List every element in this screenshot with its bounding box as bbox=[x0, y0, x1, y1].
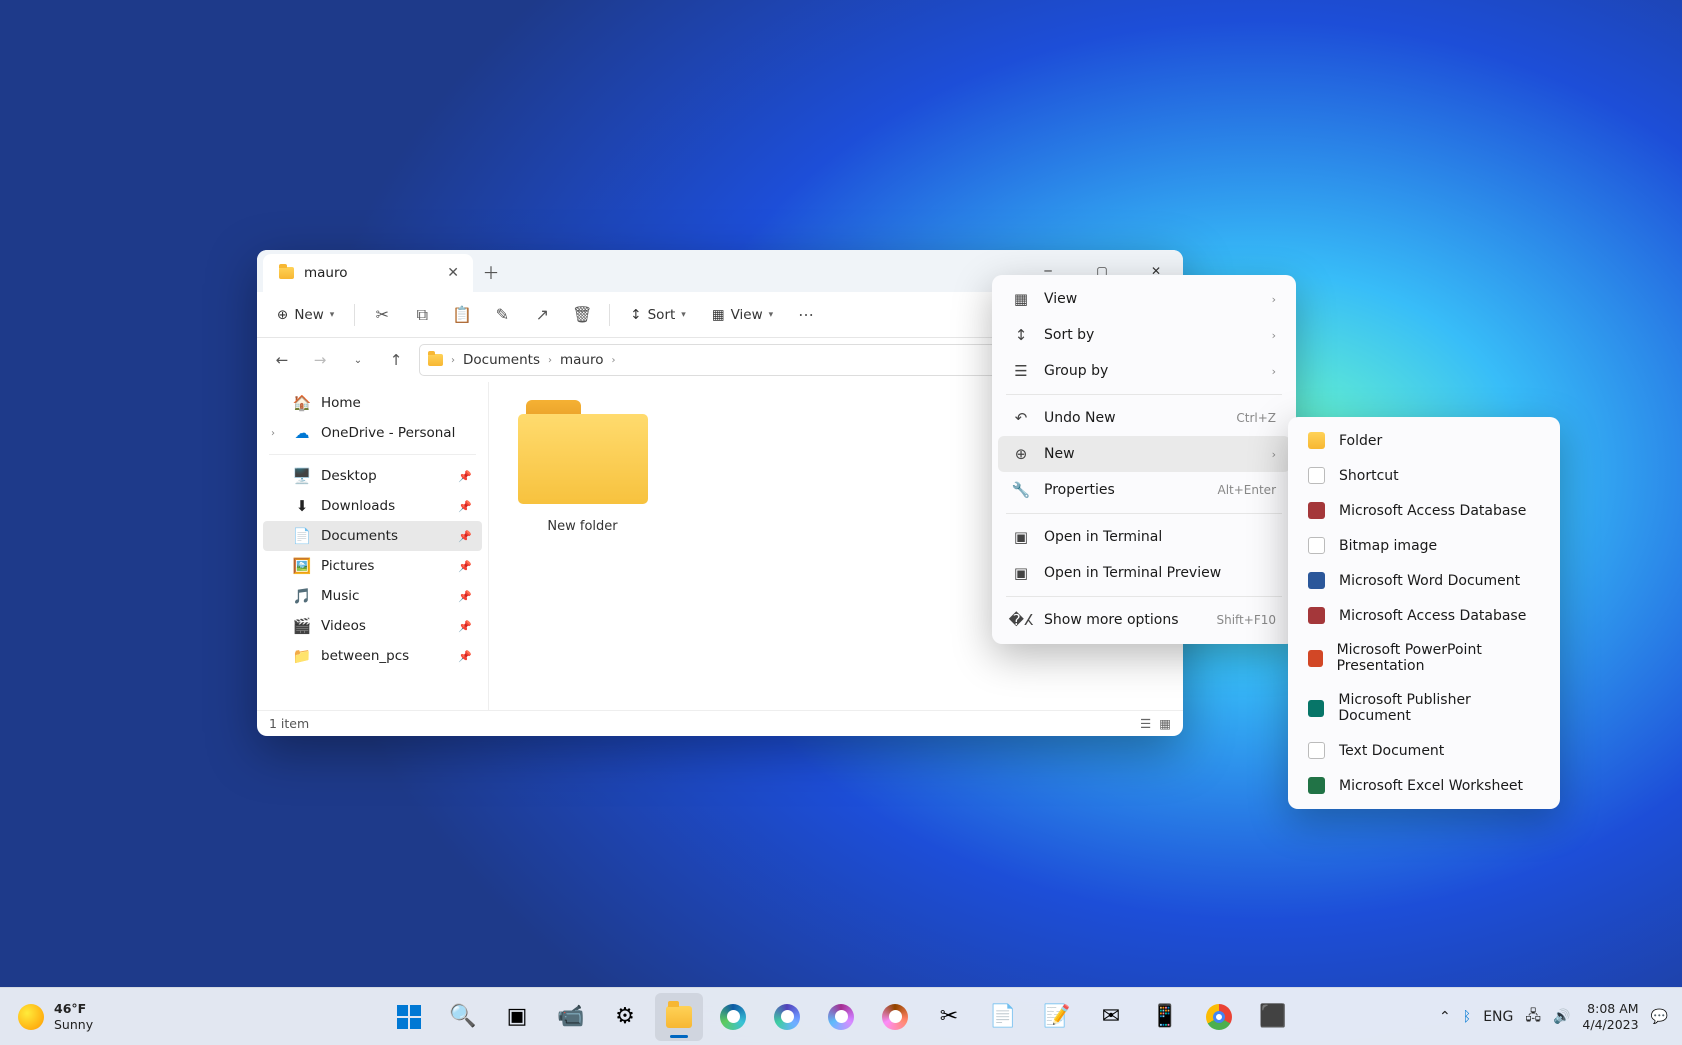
paste-icon[interactable]: 📋 bbox=[445, 300, 479, 330]
new-button[interactable]: ⊕New▾ bbox=[267, 301, 344, 329]
start-button[interactable] bbox=[385, 993, 433, 1041]
tab-title: mauro bbox=[304, 265, 348, 281]
sidebar-item-pictures[interactable]: 🖼️Pictures📌 bbox=[263, 551, 482, 581]
folder-icon bbox=[518, 400, 648, 505]
menu-undo[interactable]: ↶Undo NewCtrl+Z bbox=[998, 400, 1290, 436]
rename-icon[interactable]: ✎ bbox=[485, 300, 519, 330]
submenu-microsoft-powerpoint-presentation[interactable]: Microsoft PowerPoint Presentation bbox=[1294, 633, 1554, 683]
breadcrumb-documents[interactable]: Documents bbox=[463, 352, 540, 368]
edge-icon[interactable] bbox=[709, 993, 757, 1041]
teams-icon[interactable]: 📹 bbox=[547, 993, 595, 1041]
submenu-bitmap-image[interactable]: Bitmap image bbox=[1294, 528, 1554, 563]
clock[interactable]: 8:08 AM 4/4/2023 bbox=[1582, 1001, 1638, 1032]
sidebar-item-documents[interactable]: 📄Documents📌 bbox=[263, 521, 482, 551]
mail-icon[interactable]: ✉ bbox=[1087, 993, 1135, 1041]
folder-label: New folder bbox=[515, 519, 650, 534]
sidebar-item-videos[interactable]: 🎬Videos📌 bbox=[263, 611, 482, 641]
bluetooth-icon[interactable]: ᛒ bbox=[1463, 1009, 1471, 1025]
sidebar-onedrive[interactable]: ›☁OneDrive - Personal bbox=[263, 418, 482, 448]
weather-cond: Sunny bbox=[54, 1017, 93, 1033]
sort-button[interactable]: ↕Sort▾ bbox=[620, 301, 696, 329]
taskbar: 46°F Sunny 🔍 ▣ 📹 ⚙ ✂ 📄 📝 ✉ 📱 ⬛ ⌃ ᛒ ENG 🖧… bbox=[0, 987, 1682, 1045]
search-button[interactable]: 🔍 bbox=[439, 993, 487, 1041]
folder-item-newfolder[interactable]: New folder bbox=[515, 400, 650, 534]
submenu-microsoft-publisher-document[interactable]: Microsoft Publisher Document bbox=[1294, 683, 1554, 733]
menu-new[interactable]: ⊕New› bbox=[998, 436, 1290, 472]
thumbnails-view-icon[interactable]: ▦ bbox=[1159, 716, 1171, 731]
menu-open-terminal-preview[interactable]: ▣Open in Terminal Preview bbox=[998, 555, 1290, 591]
taskbar-center: 🔍 ▣ 📹 ⚙ ✂ 📄 📝 ✉ 📱 ⬛ bbox=[385, 993, 1297, 1041]
menu-properties[interactable]: 🔧PropertiesAlt+Enter bbox=[998, 472, 1290, 508]
submenu-microsoft-access-database[interactable]: Microsoft Access Database bbox=[1294, 493, 1554, 528]
notifications-icon[interactable]: 💬 bbox=[1651, 1009, 1668, 1025]
weather-temp: 46°F bbox=[54, 1001, 93, 1017]
wordpad-icon[interactable]: 📝 bbox=[1033, 993, 1081, 1041]
language-indicator[interactable]: ENG bbox=[1483, 1009, 1513, 1025]
back-button[interactable]: ← bbox=[267, 345, 297, 375]
cut-icon[interactable]: ✂ bbox=[365, 300, 399, 330]
tab-close-button[interactable]: ✕ bbox=[447, 265, 459, 281]
submenu-folder[interactable]: Folder bbox=[1294, 423, 1554, 458]
up-button[interactable]: ↑ bbox=[381, 345, 411, 375]
details-view-icon[interactable]: ☰ bbox=[1140, 716, 1151, 731]
sidebar-item-downloads[interactable]: ⬇Downloads📌 bbox=[263, 491, 482, 521]
snipping-icon[interactable]: ✂ bbox=[925, 993, 973, 1041]
sidebar-item-desktop[interactable]: 🖥️Desktop📌 bbox=[263, 461, 482, 491]
folder-icon bbox=[428, 354, 443, 366]
terminal-icon[interactable]: ⬛ bbox=[1249, 993, 1297, 1041]
menu-show-more[interactable]: �ⵃShow more optionsShift+F10 bbox=[998, 602, 1290, 638]
item-count: 1 item bbox=[269, 716, 309, 731]
menu-group-by[interactable]: ☰Group by› bbox=[998, 353, 1290, 389]
share-icon[interactable]: ↗ bbox=[525, 300, 559, 330]
recent-button[interactable]: ⌄ bbox=[343, 345, 373, 375]
volume-icon[interactable]: 🔊 bbox=[1553, 1009, 1570, 1025]
sun-icon bbox=[18, 1004, 44, 1030]
new-submenu: FolderShortcutMicrosoft Access DatabaseB… bbox=[1288, 417, 1560, 809]
date: 4/4/2023 bbox=[1582, 1017, 1638, 1033]
new-tab-button[interactable]: ＋ bbox=[473, 250, 509, 292]
submenu-shortcut[interactable]: Shortcut bbox=[1294, 458, 1554, 493]
notepad-icon[interactable]: 📄 bbox=[979, 993, 1027, 1041]
navigation-sidebar: 🏠Home ›☁OneDrive - Personal 🖥️Desktop📌⬇D… bbox=[257, 382, 489, 710]
delete-icon[interactable]: 🗑 bbox=[565, 300, 599, 330]
copy-icon[interactable]: ⧉ bbox=[405, 300, 439, 330]
sidebar-home[interactable]: 🏠Home bbox=[263, 388, 482, 418]
chrome-icon[interactable] bbox=[1195, 993, 1243, 1041]
time: 8:08 AM bbox=[1582, 1001, 1638, 1017]
edge-dev-icon[interactable] bbox=[817, 993, 865, 1041]
tray-overflow-icon[interactable]: ⌃ bbox=[1439, 1009, 1451, 1025]
menu-open-terminal[interactable]: ▣Open in Terminal bbox=[998, 519, 1290, 555]
tab-mauro[interactable]: mauro ✕ bbox=[263, 254, 473, 292]
weather-widget[interactable]: 46°F Sunny bbox=[0, 1001, 111, 1032]
submenu-microsoft-word-document[interactable]: Microsoft Word Document bbox=[1294, 563, 1554, 598]
phone-icon[interactable]: 📱 bbox=[1141, 993, 1189, 1041]
settings-icon[interactable]: ⚙ bbox=[601, 993, 649, 1041]
edge-canary-icon[interactable] bbox=[871, 993, 919, 1041]
submenu-text-document[interactable]: Text Document bbox=[1294, 733, 1554, 768]
submenu-microsoft-access-database[interactable]: Microsoft Access Database bbox=[1294, 598, 1554, 633]
context-menu: ▦View› ↕Sort by› ☰Group by› ↶Undo NewCtr… bbox=[992, 275, 1296, 644]
file-explorer-icon[interactable] bbox=[655, 993, 703, 1041]
task-view-button[interactable]: ▣ bbox=[493, 993, 541, 1041]
status-bar: 1 item ☰ ▦ bbox=[257, 710, 1183, 736]
menu-view[interactable]: ▦View› bbox=[998, 281, 1290, 317]
breadcrumb-mauro[interactable]: mauro bbox=[560, 352, 604, 368]
edge-beta-icon[interactable] bbox=[763, 993, 811, 1041]
system-tray: ⌃ ᛒ ENG 🖧 🔊 8:08 AM 4/4/2023 💬 bbox=[1425, 1001, 1682, 1032]
sidebar-item-between_pcs[interactable]: 📁between_pcs📌 bbox=[263, 641, 482, 671]
menu-sort-by[interactable]: ↕Sort by› bbox=[998, 317, 1290, 353]
submenu-microsoft-excel-worksheet[interactable]: Microsoft Excel Worksheet bbox=[1294, 768, 1554, 803]
forward-button[interactable]: → bbox=[305, 345, 335, 375]
folder-icon bbox=[279, 267, 294, 279]
view-button[interactable]: ▦View▾ bbox=[702, 301, 783, 329]
sidebar-item-music[interactable]: 🎵Music📌 bbox=[263, 581, 482, 611]
network-icon[interactable]: 🖧 bbox=[1525, 1005, 1541, 1029]
more-icon[interactable]: ⋯ bbox=[789, 300, 823, 330]
